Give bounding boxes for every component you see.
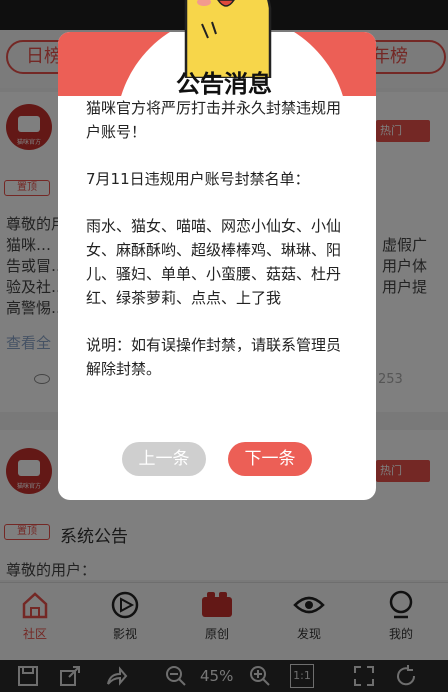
next-button[interactable]: 下一条: [228, 442, 312, 476]
banned-names: 雨水、猫女、喵喵、网恋小仙女、小仙女、麻酥酥哟、超级棒棒鸡、琳琳、阳儿、骚妇、单…: [86, 217, 342, 307]
dialog-note: 说明：如有误操作封禁，请联系管理员解除封禁。: [86, 336, 342, 378]
previous-button[interactable]: 上一条: [122, 442, 206, 476]
dialog-title: 公告消息: [176, 70, 272, 98]
dialog-intro: 猫咪官方将严厉打击并永久封禁违规用户账号！: [86, 99, 342, 141]
ban-list-heading: 7月11日违规用户账号封禁名单：: [86, 170, 310, 188]
dialog-content: 猫咪官方将严厉打击并永久封禁违规用户账号！ 7月11日违规用户账号封禁名单： 雨…: [86, 96, 348, 404]
